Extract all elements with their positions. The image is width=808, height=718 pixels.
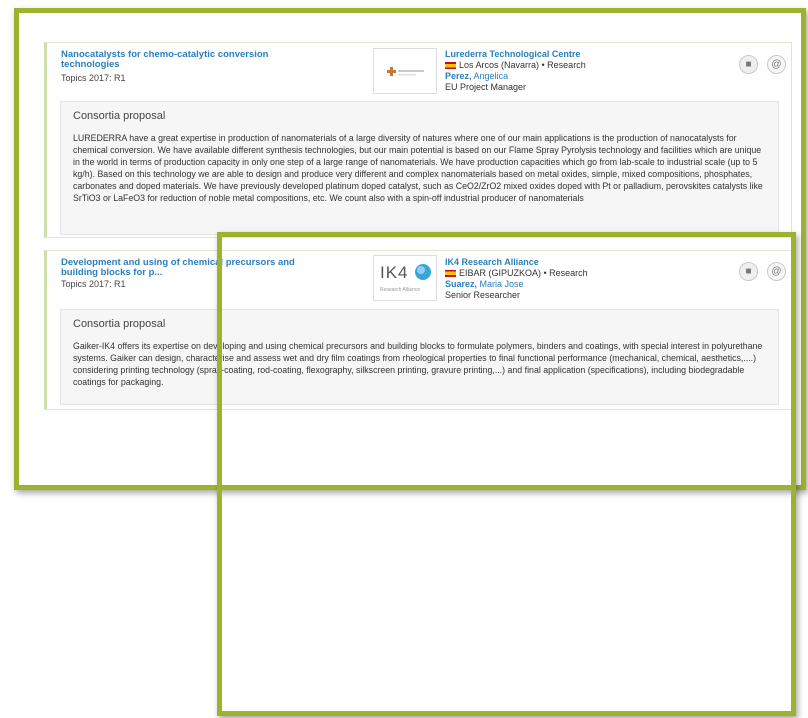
highlight-frame-inner	[217, 232, 796, 716]
